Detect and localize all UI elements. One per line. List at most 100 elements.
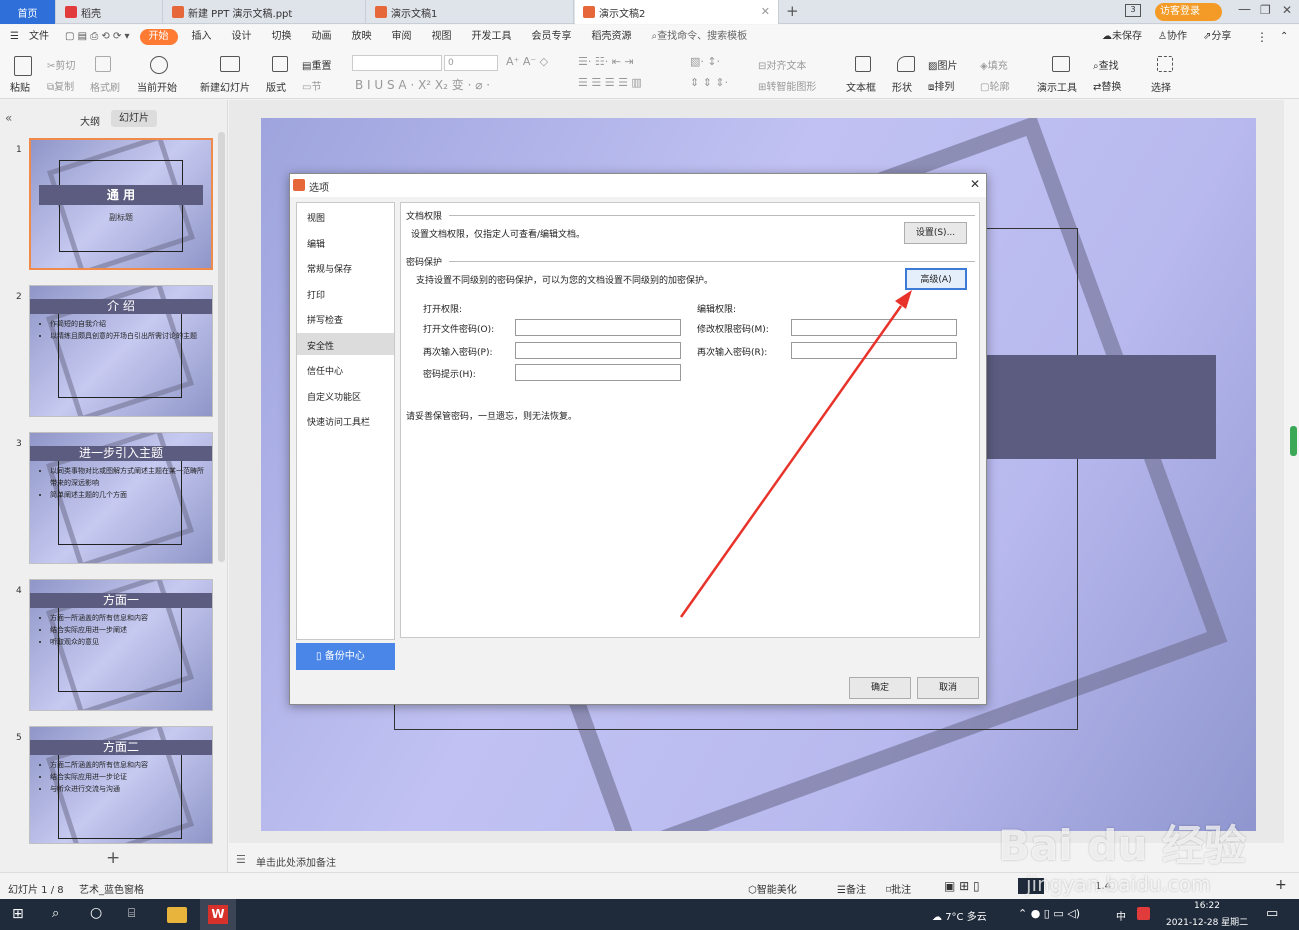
backup-center-button[interactable]: ▯ 备份中心 bbox=[296, 643, 395, 670]
collapse-panel-icon[interactable]: « bbox=[5, 111, 12, 125]
guest-login-button[interactable]: 访客登录 bbox=[1155, 3, 1222, 21]
copy-button[interactable]: ⧉复制 bbox=[47, 78, 74, 93]
hamburger-icon[interactable]: ☰ bbox=[0, 25, 29, 49]
notification-icon[interactable]: ▭ bbox=[1266, 906, 1278, 921]
font-size-adjust-icons[interactable]: A⁺ A⁻ ◇ bbox=[506, 55, 548, 68]
menu-animations[interactable]: 动画 bbox=[302, 25, 342, 49]
list-icons[interactable]: ☰· ☷· ⇤ ⇥ bbox=[578, 55, 634, 68]
slideshow-icon[interactable] bbox=[1018, 878, 1044, 894]
menu-insert[interactable]: 插入 bbox=[182, 25, 222, 49]
wps-taskbar-button[interactable]: W bbox=[200, 899, 236, 930]
nav-quick-access[interactable]: 快速访问工具栏 bbox=[307, 415, 370, 428]
task-view-icon[interactable]: ○ bbox=[90, 905, 102, 921]
slide-thumbnail-2[interactable]: 介 绍 作简短的自我介绍 以精练且颇具创意的开场白引出所需讨论的主题 bbox=[29, 285, 213, 417]
ime-indicator[interactable]: 中 bbox=[1116, 908, 1126, 923]
search-icon[interactable]: ⌕ bbox=[52, 906, 59, 921]
slides-tab[interactable]: 幻灯片 bbox=[111, 110, 157, 127]
font-style-icons[interactable]: B I U S A · X² X₂ 变 · ⌀ · bbox=[355, 76, 490, 93]
nav-view[interactable]: 视图 bbox=[307, 211, 325, 224]
open-password-input[interactable] bbox=[515, 319, 681, 336]
menu-member[interactable]: 会员专享 bbox=[522, 25, 582, 49]
shape-button[interactable]: 形状 bbox=[892, 79, 912, 94]
nav-print[interactable]: 打印 bbox=[307, 288, 325, 301]
notes-bar[interactable]: ☰ 单击此处添加备注 bbox=[229, 849, 1299, 871]
menu-file[interactable]: 文件 bbox=[29, 25, 59, 49]
arrange-button[interactable]: ⧈排列 bbox=[928, 78, 954, 93]
windows-start-icon[interactable]: ⊞ bbox=[12, 906, 24, 922]
align-text-button[interactable]: ⊟对齐文本 bbox=[758, 57, 806, 72]
clock-time[interactable]: 16:22 bbox=[1194, 901, 1220, 911]
layout-button[interactable]: 版式 bbox=[266, 79, 286, 94]
paste-button[interactable]: 粘贴 bbox=[10, 79, 30, 94]
slide-thumbnail-3[interactable]: 进一步引入主题 以同类事物对比或图解方式阐述主题在某一范畴所带来的深远影响 简单… bbox=[29, 432, 213, 564]
canvas-scrollbar[interactable] bbox=[1290, 110, 1297, 850]
panel-scrollbar[interactable] bbox=[218, 132, 225, 562]
font-size-select[interactable]: 0 bbox=[444, 55, 498, 71]
ok-button[interactable]: 确定 bbox=[849, 677, 911, 699]
unsaved-button[interactable]: ☁未保存 bbox=[1102, 25, 1142, 49]
cancel-button[interactable]: 取消 bbox=[917, 677, 979, 699]
outline-button[interactable]: ▢轮廓 bbox=[980, 78, 1009, 93]
tab-new-ppt[interactable]: 新建 PPT 演示文稿.ppt bbox=[164, 0, 366, 24]
picture-button[interactable]: ▨图片 bbox=[928, 57, 957, 72]
share-button[interactable]: ⇗分享 bbox=[1203, 25, 1231, 49]
edit-password-input[interactable] bbox=[791, 319, 957, 336]
password-hint-input[interactable] bbox=[515, 364, 681, 381]
dialog-close-icon[interactable]: ✕ bbox=[970, 177, 980, 191]
textbox-button[interactable]: 文本框 bbox=[846, 79, 876, 94]
close-window-icon[interactable]: ✕ bbox=[1282, 3, 1292, 17]
reset-button[interactable]: ▤重置 bbox=[302, 57, 331, 72]
zoom-level[interactable]: 1.4 bbox=[1095, 881, 1111, 892]
menu-review[interactable]: 审阅 bbox=[382, 25, 422, 49]
menu-home[interactable]: 开始 bbox=[139, 29, 178, 45]
tab-docer[interactable]: 稻壳 bbox=[57, 0, 163, 24]
play-from-current-button[interactable]: 当前开始 bbox=[137, 79, 177, 94]
notes-toggle-button[interactable]: ☰备注 bbox=[837, 881, 866, 896]
settings-button[interactable]: 设置(S)... bbox=[904, 222, 967, 244]
add-slide-icon[interactable]: + bbox=[106, 848, 120, 868]
smartart-button[interactable]: ⊞转智能图形 bbox=[758, 78, 816, 93]
menu-slideshow[interactable]: 放映 bbox=[342, 25, 382, 49]
minimize-icon[interactable]: — bbox=[1238, 2, 1251, 17]
font-name-select[interactable] bbox=[352, 55, 442, 71]
restore-icon[interactable]: ❐ bbox=[1260, 3, 1271, 17]
widgets-icon[interactable]: ⌸ bbox=[128, 906, 135, 921]
nav-spell-check[interactable]: 拼写检查 bbox=[307, 313, 343, 326]
find-button[interactable]: ⌕查找 bbox=[1093, 57, 1119, 72]
zoom-in-icon[interactable]: + bbox=[1275, 877, 1287, 893]
fill-button[interactable]: ◈填充 bbox=[980, 57, 1008, 72]
clock-date[interactable]: 2021-12-28 星期二 bbox=[1166, 915, 1248, 928]
nav-general-save[interactable]: 常规与保存 bbox=[307, 262, 352, 275]
format-painter-button[interactable]: 格式刷 bbox=[90, 79, 120, 94]
sogou-ime-icon[interactable] bbox=[1137, 907, 1150, 920]
collapse-ribbon-icon[interactable]: ⌃ bbox=[1280, 25, 1288, 49]
spacing-icons[interactable]: ⇕ ⇕ ⇕· bbox=[690, 76, 728, 89]
slide-thumbnail-1[interactable]: 通 用 副标题 bbox=[29, 138, 213, 270]
tab-presentation-2[interactable]: 演示文稿2 ✕ bbox=[575, 0, 779, 24]
tab-home[interactable]: 首页 bbox=[0, 0, 56, 24]
quick-access-icons[interactable]: ▢ ▤ ⎙ ⟲ ⟳ ▾ bbox=[59, 25, 136, 49]
select-button[interactable]: 选择 bbox=[1151, 79, 1171, 94]
command-search[interactable]: ⌕查找命令、搜索模板 bbox=[642, 25, 758, 49]
nav-customize-ribbon[interactable]: 自定义功能区 bbox=[307, 390, 361, 403]
text-direction-icons[interactable]: ▧· ↕· bbox=[690, 55, 720, 68]
menu-view[interactable]: 视图 bbox=[422, 25, 462, 49]
replace-button[interactable]: ⇄替换 bbox=[1093, 78, 1121, 93]
window-count-icon[interactable]: 3 bbox=[1125, 4, 1141, 17]
cut-button[interactable]: ✂剪切 bbox=[47, 57, 75, 72]
smart-beautify-button[interactable]: ⬡智能美化 bbox=[748, 881, 797, 896]
advanced-button[interactable]: 高级(A) bbox=[905, 268, 967, 290]
tray-icons[interactable]: ⌃ ● ▯ ▭ ◁) bbox=[1018, 907, 1080, 920]
outline-tab[interactable]: 大纲 bbox=[80, 113, 100, 128]
slide-thumbnail-5[interactable]: 方面二 方面二所涵盖的所有信息和内容 结合实际应用进一步论证 与听众进行交流与沟… bbox=[29, 726, 213, 844]
nav-security-selected[interactable]: 安全性 bbox=[297, 333, 394, 355]
view-mode-icons[interactable]: ▣ ⊞ ▯ bbox=[944, 879, 980, 893]
more-icon[interactable]: ⋮ bbox=[1256, 25, 1268, 49]
close-tab-icon[interactable]: ✕ bbox=[761, 5, 770, 18]
presentation-tools-button[interactable]: 演示工具 bbox=[1037, 79, 1077, 94]
weather[interactable]: ☁ 7°C 多云 bbox=[932, 908, 987, 923]
comment-button[interactable]: ⌑批注 bbox=[886, 881, 911, 896]
new-tab-icon[interactable]: + bbox=[786, 2, 799, 20]
menu-transitions[interactable]: 切换 bbox=[262, 25, 302, 49]
section-button[interactable]: ▭节 bbox=[302, 78, 321, 93]
